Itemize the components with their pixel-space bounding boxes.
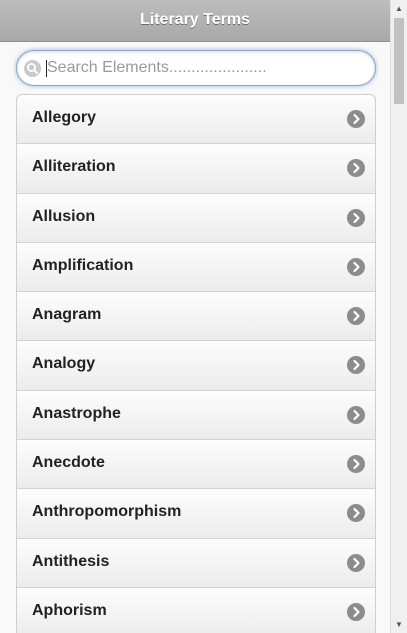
chevron-right-icon	[347, 356, 365, 375]
list-item[interactable]: Alliteration	[17, 144, 375, 194]
list-item-label: Antithesis	[32, 552, 110, 570]
list-item-label: Anastrophe	[32, 404, 121, 422]
chevron-right-icon	[347, 553, 365, 572]
list-item-label: Anthropomorphism	[32, 503, 182, 521]
page-title: Literary Terms	[140, 11, 250, 28]
list-item[interactable]: Aphorism	[17, 587, 375, 633]
list-item-label: Anagram	[32, 306, 102, 324]
chevron-right-icon	[347, 159, 365, 178]
search-box[interactable]	[16, 50, 376, 86]
search-input[interactable]	[47, 56, 367, 80]
chevron-right-icon	[347, 257, 365, 276]
scroll-thumb[interactable]	[394, 18, 404, 104]
list-item[interactable]: Anastrophe	[17, 390, 375, 441]
list-item-label: Alliteration	[32, 158, 116, 176]
list-item-label: Analogy	[32, 355, 96, 373]
chevron-right-icon	[347, 504, 365, 523]
list-item[interactable]: Analogy	[17, 341, 375, 391]
list-item[interactable]: Antithesis	[17, 538, 375, 588]
list-item[interactable]: Anecdote	[17, 440, 375, 490]
list-item[interactable]: Allegory	[17, 95, 375, 145]
terms-list: Allegory Alliteration Allusion Amplifica…	[16, 94, 376, 633]
list-item[interactable]: Anagram	[17, 292, 375, 342]
list-item-label: Allusion	[32, 207, 96, 225]
list-item[interactable]: Allusion	[17, 193, 375, 243]
chevron-right-icon	[347, 208, 365, 227]
text-caret	[46, 60, 47, 77]
search-icon	[24, 60, 41, 77]
scroll-up-arrow-icon[interactable]: ▲	[391, 0, 407, 17]
chevron-right-icon	[347, 307, 365, 326]
app-window: Literary Terms Allegory Alliteration	[0, 0, 407, 633]
chevron-right-icon	[347, 405, 365, 424]
list-item-label: Anecdote	[32, 454, 105, 472]
page: Literary Terms Allegory Alliteration	[0, 0, 390, 633]
chevron-right-icon	[347, 110, 365, 128]
list-item[interactable]: Amplification	[17, 242, 375, 293]
header-bar: Literary Terms	[0, 0, 390, 42]
scroll-down-arrow-icon[interactable]: ▼	[391, 616, 407, 633]
list-item-label: Amplification	[32, 256, 134, 274]
list-item-label: Aphorism	[32, 601, 107, 619]
vertical-scrollbar[interactable]: ▲ ▼	[390, 0, 407, 633]
chevron-right-icon	[347, 455, 365, 474]
chevron-right-icon	[347, 602, 365, 621]
list-item[interactable]: Anthropomorphism	[17, 489, 375, 539]
list-item-label: Allegory	[32, 109, 97, 126]
